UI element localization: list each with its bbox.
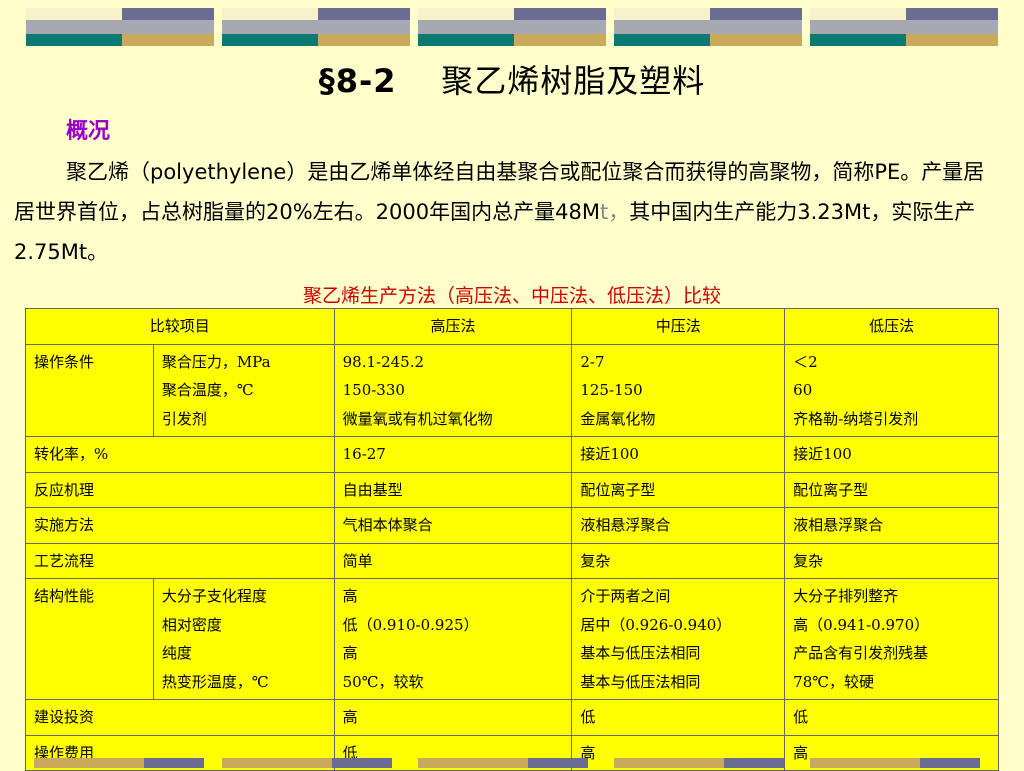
section-number: 8-2 [335,62,397,100]
cell-value: 介于两者之间 [580,587,671,605]
header-mid-pressure: 中压法 [571,308,786,345]
header-item: 比较项目 [25,308,335,345]
row-label: 工艺流程 [25,542,335,579]
cell-high: 98.1-245.2 150-330 微量氧或有机过氧化物 [333,343,573,437]
table-header-row: 比较项目 高压法 中压法 低压法 [25,308,999,345]
cell-low: 低 [784,699,999,736]
row-label: 反应机理 [25,471,335,508]
sublabel: 纯度 [161,644,192,662]
cell-value: 基本与低压法相同 [580,644,701,662]
cell-value: 金属氧化物 [580,409,656,428]
row-label: 结构性能 [25,578,154,700]
cell-high: 16-27 [333,436,573,473]
table-row: 实施方法 气相本体聚合 液相悬浮聚合 液相悬浮聚合 [25,507,999,544]
sublabel: 大分子支化程度 [161,587,267,605]
row-sublabels: 大分子支化程度 相对密度 纯度 热变形温度，℃ [152,578,335,700]
decor-tile [26,8,214,46]
cell-value: 50℃，较软 [342,672,424,691]
cell-mid: 低 [571,699,786,736]
cell-high: 气相本体聚合 [333,507,573,544]
cell-value: 居中（0.926-0.940） [580,615,732,634]
cell-mid: 介于两者之间 居中（0.926-0.940） 基本与低压法相同 基本与低压法相同 [571,578,786,700]
cell-mid: 液相悬浮聚合 [571,507,786,544]
table-row: 转化率，% 16-27 接近100 接近100 [25,436,999,473]
table-row: 操作条件 聚合压力，MPa 聚合温度，℃ 引发剂 98.1-245.2 150-… [25,343,999,437]
cell-low: 接近100 [784,436,999,473]
row-sublabels: 聚合压力，MPa 聚合温度，℃ 引发剂 [152,343,335,437]
sublabel: 聚合温度，℃ [161,381,254,399]
page-title: §8-2 聚乙烯树脂及塑料 [0,56,1024,102]
table-row: 工艺流程 简单 复杂 复杂 [25,542,999,579]
section-mark: § [318,62,336,100]
cell-low: 复杂 [784,542,999,579]
section-subheading: 概况 [66,118,111,144]
cell-high: 高 低（0.910-0.925） 高 50℃，较软 [333,578,573,700]
row-label: 操作条件 [25,343,154,437]
decor-tile [614,8,802,46]
table-row: 结构性能 大分子支化程度 相对密度 纯度 热变形温度，℃ 高 低（0.910-0… [25,578,999,700]
cell-value: 微量氧或有机过氧化物 [342,409,493,428]
cell-value: 低（0.910-0.925） [342,615,479,634]
cell-low: 大分子排列整齐 高（0.941-0.970） 产品含有引发剂残基 78℃，较硬 [784,578,999,700]
header-low-pressure: 低压法 [784,308,999,345]
cell-value: 高 [342,644,358,662]
cell-value: 98.1-245.2 [342,352,425,371]
cell-value: 产品含有引发剂残基 [793,644,929,662]
cell-low: ＜2 60 齐格勒-纳塔引发剂 [784,343,999,437]
cell-value: 125-150 [580,381,643,399]
row-label: 实施方法 [25,507,335,544]
intro-text-dim: t， [599,200,630,224]
header-decoration [0,0,1024,50]
sublabel: 引发剂 [161,409,207,428]
cell-value: 150-330 [342,381,405,399]
title-text: 聚乙烯树脂及塑料 [441,62,706,100]
footer-decoration [0,758,1024,768]
cell-value: 高（0.941-0.970） [793,615,930,634]
cell-value: 大分子排列整齐 [793,587,899,605]
decor-tile [222,8,410,46]
sublabel: 聚合压力，MPa [161,352,271,371]
cell-mid: 2-7 125-150 金属氧化物 [571,343,786,437]
comparison-table: 比较项目 高压法 中压法 低压法 操作条件 聚合压力，MPa 聚合温度，℃ 引发… [25,308,999,771]
cell-value: 基本与低压法相同 [580,672,701,691]
cell-low: 配位离子型 [784,471,999,508]
cell-mid: 复杂 [571,542,786,579]
cell-value: 齐格勒-纳塔引发剂 [793,409,919,428]
cell-value: 高 [342,587,358,605]
table-row: 建设投资 高 低 低 [25,699,999,736]
cell-low: 液相悬浮聚合 [784,507,999,544]
sublabel: 热变形温度，℃ [161,672,269,691]
cell-value: 2-7 [580,352,605,371]
row-label: 转化率，% [25,436,335,473]
cell-high: 高 [333,699,573,736]
cell-value: 78℃，较硬 [793,672,875,691]
sublabel: 相对密度 [161,615,222,634]
table-row: 反应机理 自由基型 配位离子型 配位离子型 [25,471,999,508]
intro-paragraph: 聚乙烯（polyethylene）是由乙烯单体经自由基聚合或配位聚合而获得的高聚… [14,152,1004,272]
header-high-pressure: 高压法 [333,308,573,345]
decor-tile [418,8,606,46]
cell-mid: 配位离子型 [571,471,786,508]
cell-high: 简单 [333,542,573,579]
decor-tile [810,8,998,46]
cell-value: 60 [793,381,813,399]
table-caption: 聚乙烯生产方法（高压法、中压法、低压法）比较 [302,285,721,307]
row-label: 建设投资 [25,699,335,736]
cell-high: 自由基型 [333,471,573,508]
cell-value: ＜2 [793,352,818,371]
cell-mid: 接近100 [571,436,786,473]
